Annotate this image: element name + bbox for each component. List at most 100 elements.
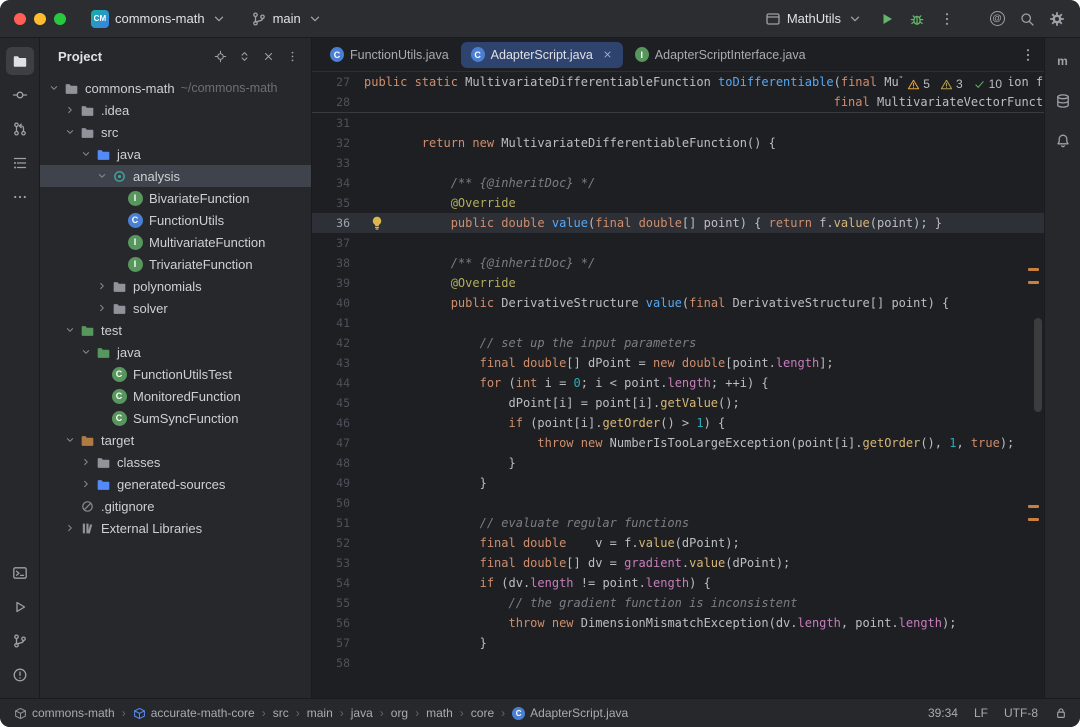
tree-item-polynomials[interactable]: polynomials: [40, 275, 311, 297]
tree-item-test[interactable]: test: [40, 319, 311, 341]
tree-item-src[interactable]: src: [40, 121, 311, 143]
tab-options-button[interactable]: [1020, 47, 1036, 63]
code-line-37[interactable]: 37: [312, 233, 1044, 253]
line-number[interactable]: 50: [312, 493, 364, 513]
terminal-button[interactable]: [6, 559, 34, 587]
breadcrumb-item-adapterscript-java[interactable]: CAdapterScript.java: [510, 706, 630, 720]
code-line-34[interactable]: 34 /** {@inheritDoc} */: [312, 173, 1044, 193]
code-line-28[interactable]: 28 final MultivariateVectorFunction grad…: [312, 92, 1044, 112]
editor-scrollbar-thumb[interactable]: [1034, 318, 1042, 412]
breadcrumb-item-accurate-math-core[interactable]: accurate-math-core: [131, 706, 257, 720]
code-line-48[interactable]: 48 }: [312, 453, 1044, 473]
intention-bulb-icon[interactable]: [369, 215, 385, 231]
line-number[interactable]: 45: [312, 393, 364, 413]
breadcrumb-item-commons-math[interactable]: commons-math: [12, 706, 117, 720]
line-number[interactable]: 35: [312, 193, 364, 213]
line-number[interactable]: 32: [312, 133, 364, 153]
line-ending-indicator[interactable]: LF: [974, 706, 988, 720]
chevron-down-icon[interactable]: [62, 434, 78, 446]
code-line-51[interactable]: 51 // evaluate regular functions: [312, 513, 1044, 533]
line-number[interactable]: 51: [312, 513, 364, 533]
code-line-50[interactable]: 50: [312, 493, 1044, 513]
chevron-down-icon[interactable]: [62, 324, 78, 336]
more-run-actions-button[interactable]: [934, 6, 960, 32]
line-number[interactable]: 28: [312, 92, 364, 112]
line-number[interactable]: 54: [312, 573, 364, 593]
tree-item-sumsyncfunction[interactable]: CSumSyncFunction: [40, 407, 311, 429]
line-number[interactable]: 33: [312, 153, 364, 173]
minimize-window-button[interactable]: [34, 13, 46, 25]
project-button[interactable]: [6, 47, 34, 75]
code-line-36[interactable]: 36 public double value(final double[] po…: [312, 213, 1044, 233]
run-button[interactable]: [874, 6, 900, 32]
expand-collapse-button[interactable]: [233, 46, 255, 68]
chevron-right-icon[interactable]: [62, 522, 78, 534]
more-tools-button[interactable]: [6, 183, 34, 211]
line-number[interactable]: 43: [312, 353, 364, 373]
inspection-warning[interactable]: 3: [940, 77, 963, 91]
pull-requests-button[interactable]: [6, 115, 34, 143]
line-number[interactable]: 58: [312, 653, 364, 673]
line-number[interactable]: 38: [312, 253, 364, 273]
chevron-right-icon[interactable]: [94, 280, 110, 292]
chevron-down-icon[interactable]: [94, 170, 110, 182]
tree-item-commons-math[interactable]: commons-math~/commons-math: [40, 77, 311, 99]
locate-file-button[interactable]: [209, 46, 231, 68]
line-number[interactable]: 49: [312, 473, 364, 493]
tree-item-multivariatefunction[interactable]: IMultivariateFunction: [40, 231, 311, 253]
branch-selector[interactable]: main: [244, 8, 330, 30]
tree-item-solver[interactable]: solver: [40, 297, 311, 319]
line-number[interactable]: 53: [312, 553, 364, 573]
tab-adapterscriptinterface-java[interactable]: IAdapterScriptInterface.java: [625, 42, 816, 68]
line-number[interactable]: 37: [312, 233, 364, 253]
maven-button[interactable]: m: [1049, 47, 1077, 75]
code-line-43[interactable]: 43 final double[] dPoint = new double[po…: [312, 353, 1044, 373]
chevron-right-icon[interactable]: [78, 478, 94, 490]
breadcrumb-item-src[interactable]: src: [271, 706, 291, 720]
run-tool-button[interactable]: [6, 593, 34, 621]
tree-item-functionutilstest[interactable]: CFunctionUtilsTest: [40, 363, 311, 385]
breadcrumb-item-math[interactable]: math: [424, 706, 455, 720]
code-line-35[interactable]: 35 @Override: [312, 193, 1044, 213]
code-line-47[interactable]: 47 throw new NumberIsTooLargeException(p…: [312, 433, 1044, 453]
line-number[interactable]: 39: [312, 273, 364, 293]
line-number[interactable]: 31: [312, 113, 364, 133]
code-line-33[interactable]: 33: [312, 153, 1044, 173]
tree-item-trivariatefunction[interactable]: ITrivariateFunction: [40, 253, 311, 275]
code-line-53[interactable]: 53 final double[] dv = gradient.value(dP…: [312, 553, 1044, 573]
tree-item--idea[interactable]: .idea: [40, 99, 311, 121]
tree-item-java[interactable]: java: [40, 341, 311, 363]
panel-options-button[interactable]: [281, 46, 303, 68]
inspection-warning[interactable]: 5: [907, 77, 930, 91]
project-selector[interactable]: CM commons-math: [84, 7, 234, 31]
code-line-54[interactable]: 54 if (dv.length != point.length) {: [312, 573, 1044, 593]
tree-item-monitoredfunction[interactable]: CMonitoredFunction: [40, 385, 311, 407]
tree-item-external-libraries[interactable]: External Libraries: [40, 517, 311, 539]
line-number[interactable]: 48: [312, 453, 364, 473]
line-number[interactable]: 56: [312, 613, 364, 633]
line-number[interactable]: 42: [312, 333, 364, 353]
run-config-selector[interactable]: MathUtils: [758, 8, 870, 30]
breadcrumb-item-java[interactable]: java: [349, 706, 375, 720]
inspection-check[interactable]: 10: [973, 77, 1002, 91]
notifications-button[interactable]: [1049, 127, 1077, 155]
code-line-45[interactable]: 45 dPoint[i] = point[i].getValue();: [312, 393, 1044, 413]
code-line-41[interactable]: 41: [312, 313, 1044, 333]
line-number[interactable]: 36: [312, 213, 364, 233]
line-number[interactable]: 47: [312, 433, 364, 453]
file-encoding-indicator[interactable]: UTF-8: [1004, 706, 1038, 720]
code-line-55[interactable]: 55 // the gradient function is inconsist…: [312, 593, 1044, 613]
breadcrumb-item-main[interactable]: main: [305, 706, 335, 720]
read-only-lock-icon[interactable]: [1054, 706, 1068, 720]
line-number[interactable]: 44: [312, 373, 364, 393]
breadcrumb-item-core[interactable]: core: [469, 706, 496, 720]
line-number[interactable]: 27: [312, 72, 364, 92]
inspections-widget[interactable]: 53 10: [899, 75, 1010, 93]
hide-panel-button[interactable]: [257, 46, 279, 68]
problems-button[interactable]: [6, 661, 34, 689]
settings-button[interactable]: [1044, 6, 1070, 32]
editor-body[interactable]: 5310 27public static MultivariateDiffere…: [312, 72, 1044, 698]
line-number[interactable]: 41: [312, 313, 364, 333]
structure-button[interactable]: [6, 149, 34, 177]
line-number[interactable]: 55: [312, 593, 364, 613]
